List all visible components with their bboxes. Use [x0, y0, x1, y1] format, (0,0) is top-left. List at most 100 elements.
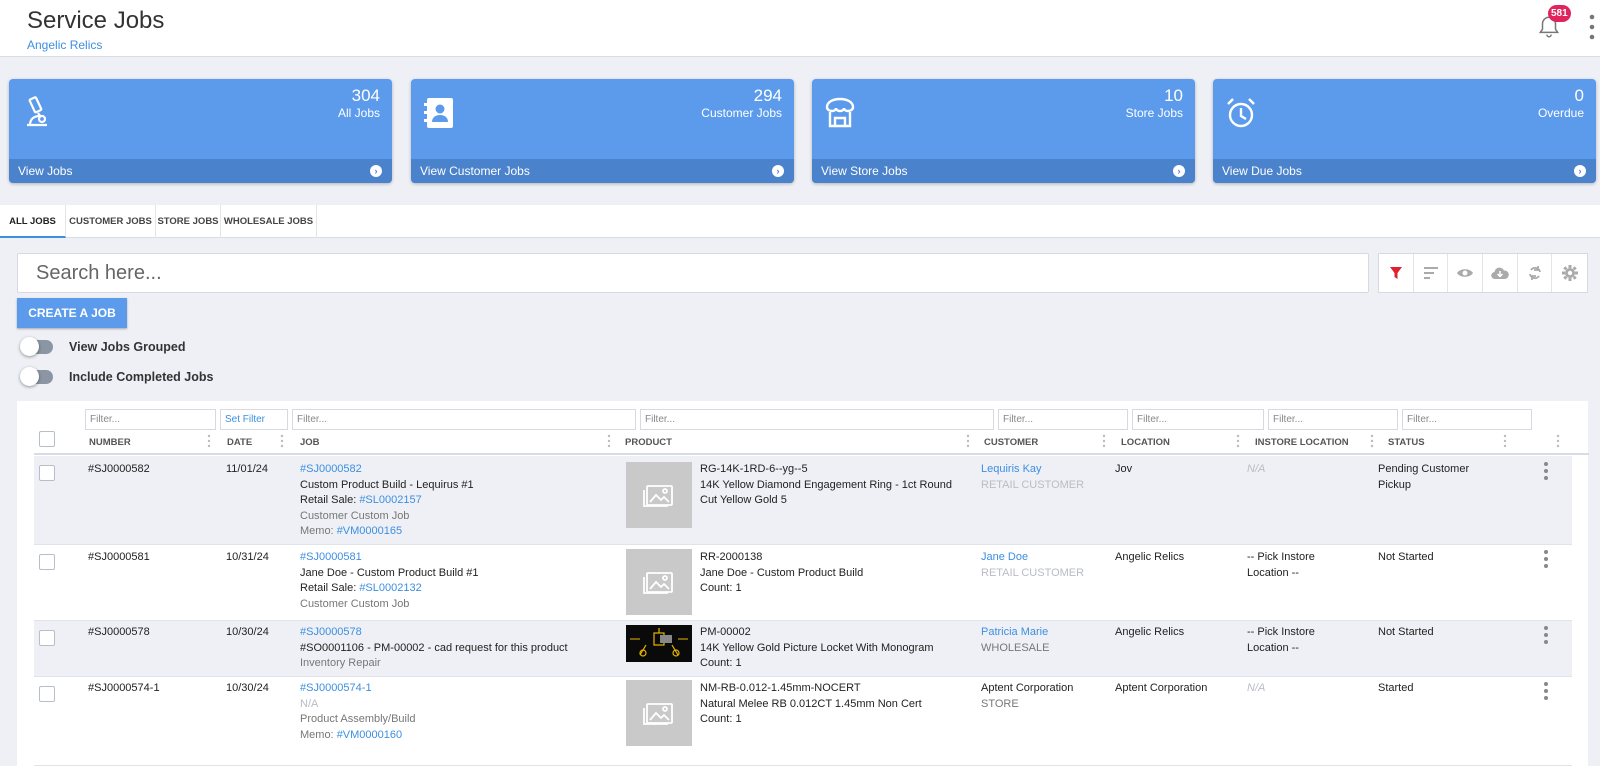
row-checkbox[interactable] — [39, 554, 55, 570]
status-link[interactable]: Not Started — [1378, 550, 1434, 566]
job-link[interactable]: #SJ0000581 — [300, 550, 610, 566]
status-filter-input[interactable]: Filter... — [1402, 409, 1532, 430]
card-link-label: View Jobs — [18, 164, 73, 178]
job-filter-input[interactable]: Filter... — [292, 409, 636, 430]
column-header-status[interactable]: STATUS — [1388, 437, 1425, 448]
refresh-button[interactable] — [1518, 254, 1553, 292]
column-menu-icon[interactable] — [1370, 434, 1374, 448]
column-header-product[interactable]: PRODUCT — [625, 437, 672, 448]
view-customer-jobs-link[interactable]: View Customer Jobs › — [411, 159, 794, 183]
memo-link[interactable]: #VM0000160 — [337, 729, 402, 741]
product-name: Jane Doe - Custom Product Build — [700, 566, 864, 579]
settings-icon — [1561, 265, 1578, 281]
job-number: #SJ0000574-1 — [88, 682, 160, 694]
location-link[interactable]: Aptent Corporation — [1115, 681, 1207, 697]
job-link[interactable]: #SJ0000578 — [300, 625, 620, 641]
status-link[interactable]: Pending Customer Pickup — [1378, 462, 1483, 493]
column-header-instore-location[interactable]: INSTORE LOCATION — [1255, 437, 1349, 448]
customer-link[interactable]: Patricia Marie — [981, 625, 1049, 641]
notification-badge: 581 — [1548, 5, 1571, 22]
overdue-card[interactable]: 0 Overdue View Due Jobs › — [1213, 79, 1596, 183]
column-menu-icon[interactable] — [207, 434, 211, 448]
customer-type: STORE — [981, 697, 1019, 710]
pick-instore-location-link[interactable]: -- Pick Instore Location -- — [1247, 550, 1347, 581]
instore-filter-input[interactable]: Filter... — [1268, 409, 1398, 430]
job-number: #SJ0000581 — [88, 551, 150, 563]
settings-button[interactable] — [1552, 254, 1587, 292]
view-store-jobs-link[interactable]: View Store Jobs › — [812, 159, 1195, 183]
store-name-link[interactable]: Angelic Relics — [27, 38, 102, 52]
column-menu-icon[interactable] — [1102, 434, 1106, 448]
product-name: 14K Yellow Diamond Engagement Ring - 1ct… — [700, 478, 952, 507]
location-link[interactable]: Jov — [1115, 462, 1132, 478]
filter-button[interactable] — [1379, 254, 1414, 292]
alarm-clock-icon — [1227, 98, 1255, 128]
column-menu-icon[interactable] — [1556, 434, 1560, 448]
jobs-grid: Filter... Set Filter Filter... Filter...… — [17, 401, 1589, 766]
product-filter-input[interactable]: Filter... — [640, 409, 994, 430]
more-menu-icon[interactable] — [1588, 12, 1596, 42]
row-checkbox[interactable] — [39, 686, 55, 702]
row-actions-icon[interactable] — [1543, 461, 1549, 481]
export-button[interactable] — [1483, 254, 1518, 292]
create-job-button[interactable]: CREATE A JOB — [17, 298, 127, 328]
sort-button[interactable] — [1414, 254, 1449, 292]
include-completed-toggle[interactable] — [20, 367, 53, 386]
product-cell: RR-2000138 Jane Doe - Custom Product Bui… — [700, 550, 970, 597]
column-menu-icon[interactable] — [1503, 434, 1507, 448]
pick-instore-location-link[interactable]: -- Pick Instore Location -- — [1247, 625, 1347, 656]
select-all-checkbox[interactable] — [39, 431, 55, 447]
column-menu-icon[interactable] — [607, 434, 611, 448]
customer-link[interactable]: Lequiris Kay — [981, 462, 1084, 478]
row-actions-icon[interactable] — [1543, 625, 1549, 645]
column-header-job[interactable]: JOB — [300, 437, 320, 448]
column-menu-icon[interactable] — [966, 434, 970, 448]
image-placeholder-icon — [643, 572, 673, 594]
job-link[interactable]: #SJ0000574-1 — [300, 681, 610, 697]
view-due-jobs-link[interactable]: View Due Jobs › — [1213, 159, 1596, 183]
table-row[interactable]: #SJ0000581 10/31/24 #SJ0000581 Jane Doe … — [34, 545, 1572, 621]
row-checkbox[interactable] — [39, 630, 55, 646]
number-filter-input[interactable]: Filter... — [85, 409, 216, 430]
tab-wholesale-jobs[interactable]: WHOLESALE JOBS — [221, 205, 317, 238]
row-actions-icon[interactable] — [1543, 681, 1549, 701]
column-header-number[interactable]: NUMBER — [89, 437, 131, 448]
view-jobs-link[interactable]: View Jobs › — [9, 159, 392, 183]
product-count: Count: 1 — [700, 582, 742, 594]
job-date: 11/01/24 — [226, 463, 269, 475]
retail-sale-link[interactable]: #SL0002157 — [359, 494, 421, 506]
view-jobs-grouped-toggle[interactable] — [20, 337, 53, 356]
table-row[interactable]: #SJ0000578 10/30/24 #SJ0000578 #SO000110… — [34, 621, 1572, 677]
table-row[interactable]: #SJ0000582 11/01/24 #SJ0000582 Custom Pr… — [34, 456, 1572, 545]
location: Angelic Relics — [1115, 626, 1185, 638]
row-checkbox[interactable] — [39, 465, 55, 481]
column-menu-icon[interactable] — [280, 434, 284, 448]
column-header-location[interactable]: LOCATION — [1121, 437, 1170, 448]
status-link[interactable]: Not Started — [1378, 625, 1434, 641]
tab-store-jobs[interactable]: STORE JOBS — [156, 205, 221, 238]
customer-jobs-card[interactable]: 294 Customer Jobs View Customer Jobs › — [411, 79, 794, 183]
column-header-customer[interactable]: CUSTOMER — [984, 437, 1038, 448]
memo-link[interactable]: #VM0000165 — [337, 525, 402, 537]
column-menu-icon[interactable] — [1236, 434, 1240, 448]
status-link[interactable]: Started — [1378, 681, 1413, 697]
table-row[interactable]: #SJ0000574-1 10/30/24 #SJ0000574-1 N/A P… — [34, 677, 1572, 766]
retail-sale-label: Retail Sale: — [300, 582, 360, 594]
customer-filter-input[interactable]: Filter... — [998, 409, 1128, 430]
all-jobs-card[interactable]: 304 All Jobs View Jobs › — [9, 79, 392, 183]
search-input[interactable] — [18, 254, 1368, 292]
location-filter-input[interactable]: Filter... — [1132, 409, 1264, 430]
include-completed-toggle-row: Include Completed Jobs — [20, 367, 213, 387]
columns-visibility-button[interactable] — [1448, 254, 1484, 292]
product-cell: PM-00002 14K Yellow Gold Picture Locket … — [700, 625, 970, 672]
row-actions-icon[interactable] — [1543, 549, 1549, 569]
tab-customer-jobs[interactable]: CUSTOMER JOBS — [66, 205, 156, 238]
date-set-filter[interactable]: Set Filter — [220, 409, 288, 430]
job-link[interactable]: #SJ0000582 — [300, 462, 610, 478]
store-jobs-card[interactable]: 10 Store Jobs View Store Jobs › — [812, 79, 1195, 183]
product-thumbnail — [626, 680, 692, 746]
tab-all-jobs[interactable]: ALL JOBS — [0, 205, 66, 238]
customer-link[interactable]: Jane Doe — [981, 550, 1084, 566]
column-header-date[interactable]: DATE — [227, 437, 252, 448]
retail-sale-link[interactable]: #SL0002132 — [359, 582, 421, 594]
